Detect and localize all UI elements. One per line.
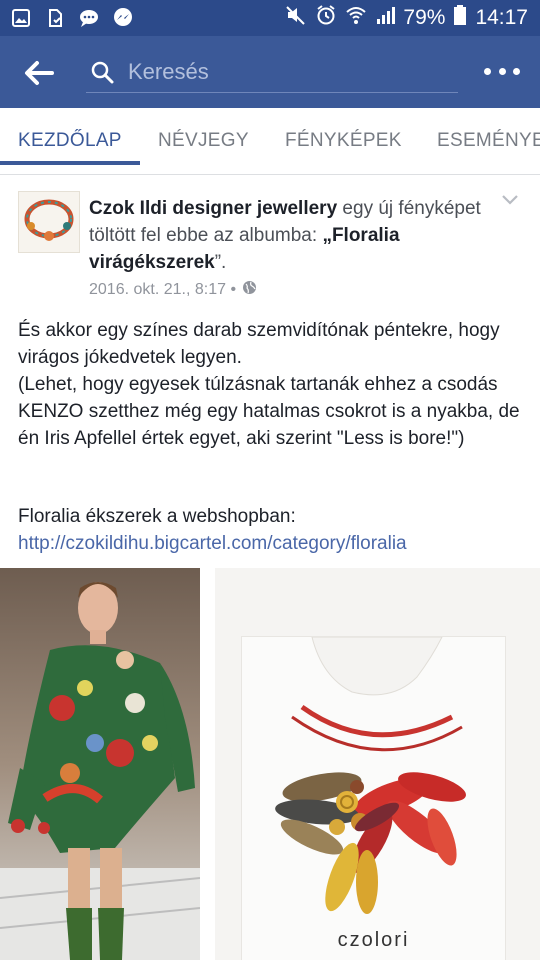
post-headline: Czok Ildi designer jewellery egy új fény… xyxy=(89,195,489,276)
file-icon xyxy=(44,7,66,29)
more-options-icon[interactable] xyxy=(484,64,520,78)
brand-logo: czolori xyxy=(337,929,410,951)
signal-icon xyxy=(375,5,396,31)
wifi-icon xyxy=(345,4,367,32)
search-bar[interactable] xyxy=(86,50,458,93)
app-bar xyxy=(0,36,540,108)
back-arrow-icon[interactable] xyxy=(22,56,56,90)
status-bar: 79% 14:17 xyxy=(0,0,540,36)
image-icon xyxy=(10,7,32,29)
post-body: És akkor egy színes darab szemvidítónak … xyxy=(18,320,520,449)
battery-icon xyxy=(453,4,467,32)
album-end: ”. xyxy=(214,252,227,273)
clock-time: 14:17 xyxy=(475,6,528,29)
fashion-photo[interactable] xyxy=(0,568,200,960)
tab-photos[interactable]: FÉNYKÉPEK xyxy=(285,130,402,152)
search-icon xyxy=(90,60,116,86)
link-prefix: Floralia ékszerek a webshopban: xyxy=(18,506,296,527)
post-link-line: Floralia ékszerek a webshopban: http://c… xyxy=(18,503,528,557)
jewellery-photo[interactable]: czolori xyxy=(215,568,540,960)
page-avatar[interactable] xyxy=(18,191,80,253)
messenger-icon xyxy=(112,7,134,29)
alarm-icon xyxy=(315,4,337,32)
jewellery-frame: czolori xyxy=(241,636,506,960)
shop-link[interactable]: http://czokildihu.bigcartel.com/category… xyxy=(18,533,407,554)
chevron-down-icon[interactable] xyxy=(500,193,520,207)
search-input[interactable] xyxy=(126,56,450,88)
tab-events[interactable]: ESEMÉNYEK xyxy=(437,130,540,152)
mute-icon xyxy=(285,4,307,32)
globe-icon xyxy=(242,280,257,300)
tab-about[interactable]: NÉVJEGY xyxy=(158,130,249,152)
post-date[interactable]: 2016. okt. 21., 8:17 • xyxy=(89,281,236,299)
battery-percent: 79% xyxy=(403,6,446,29)
post-meta: 2016. okt. 21., 8:17 • xyxy=(89,280,257,300)
tab-home[interactable]: KEZDŐLAP xyxy=(18,130,122,152)
author-name[interactable]: Czok Ildi designer jewellery xyxy=(89,198,337,219)
active-tab-indicator xyxy=(0,161,140,165)
chat-bubble-icon xyxy=(78,7,100,29)
